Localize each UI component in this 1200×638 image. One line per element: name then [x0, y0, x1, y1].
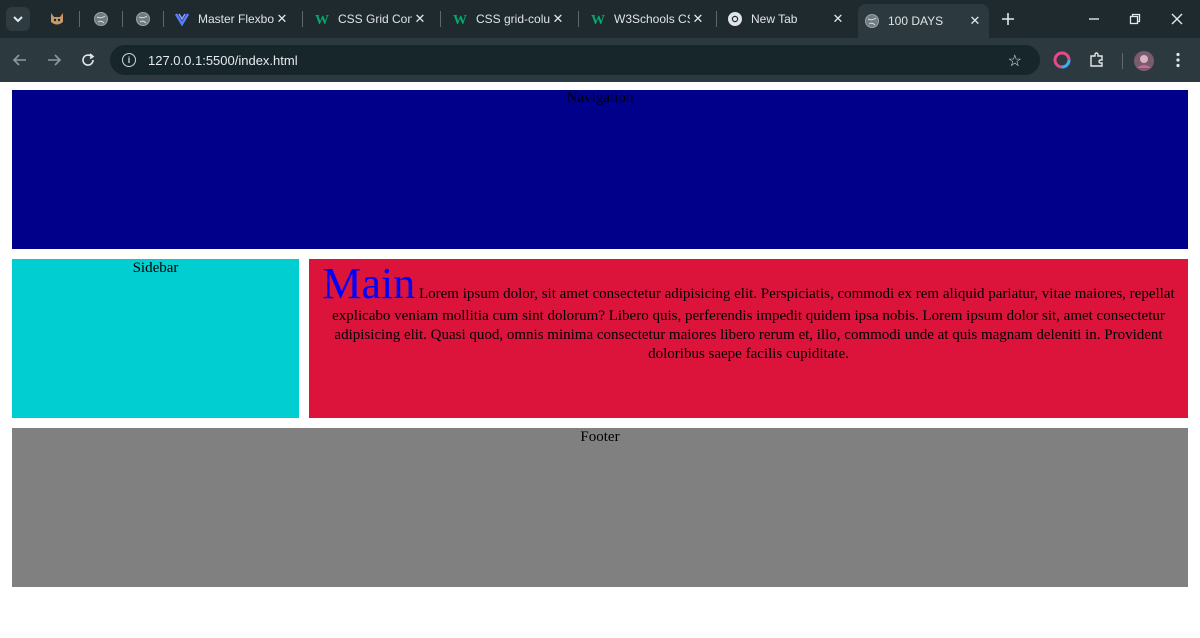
chrome-icon: [727, 11, 743, 27]
color-ring-icon: [1053, 51, 1071, 69]
tab-separator: [716, 11, 717, 27]
site-info-icon[interactable]: i: [122, 53, 136, 67]
close-window-button[interactable]: [1166, 8, 1188, 30]
extension-color-ring[interactable]: [1052, 50, 1072, 70]
tab-css-grid-container[interactable]: W CSS Grid Container ✕: [308, 5, 434, 33]
navigation-section: Navigation: [12, 90, 1188, 249]
tab-title: New Tab: [751, 12, 798, 26]
forward-button[interactable]: [44, 50, 64, 70]
arrow-right-icon: [48, 54, 62, 66]
tab-separator: [440, 11, 441, 27]
cat-icon: [51, 13, 63, 25]
navigation-label: Navigation: [566, 90, 634, 106]
close-icon[interactable]: ✕: [967, 13, 983, 29]
tab-css-grid-column[interactable]: W CSS grid-column ✕: [446, 5, 572, 33]
restore-icon: [1129, 13, 1141, 25]
close-icon[interactable]: ✕: [690, 11, 706, 27]
extensions-button[interactable]: [1087, 50, 1107, 70]
close-icon[interactable]: ✕: [830, 11, 846, 27]
tab-title: W3Schools CSS: [614, 12, 690, 26]
svg-text:W: W: [453, 13, 467, 27]
tab-search-button[interactable]: [6, 7, 30, 31]
close-icon: [1171, 13, 1183, 25]
chevron-down-icon: [13, 16, 23, 23]
tab-title: 100 DAYS: [888, 14, 944, 28]
w3schools-icon: W: [452, 11, 468, 27]
close-icon[interactable]: ✕: [412, 11, 428, 27]
footer-label: Footer: [580, 429, 620, 445]
puzzle-icon: [1090, 52, 1103, 67]
globe-icon: [136, 12, 150, 26]
tab-master-flexbox[interactable]: Master Flexbox ✕: [168, 5, 296, 33]
address-bar[interactable]: i 127.0.0.1:5500/index.html ☆: [110, 45, 1040, 75]
reload-button[interactable]: [78, 50, 98, 70]
minimize-icon: [1089, 18, 1099, 20]
new-tab-button[interactable]: [998, 9, 1018, 29]
tab-separator: [122, 11, 123, 27]
tab-separator: [578, 11, 579, 27]
url-text: 127.0.0.1:5500/index.html: [148, 52, 298, 68]
sidebar-section: Sidebar: [12, 259, 299, 418]
main-body-text: Lorem ipsum dolor, sit amet consectetur …: [332, 286, 1175, 362]
arrow-left-icon: [12, 54, 26, 66]
avatar-icon: [1134, 51, 1154, 71]
tab-w3schools-css[interactable]: W W3Schools CSS ✕: [584, 5, 712, 33]
svg-text:W: W: [315, 13, 329, 27]
restore-button[interactable]: [1124, 8, 1146, 30]
sidebar-label: Sidebar: [132, 260, 179, 276]
main-section: Main Lorem ipsum dolor, sit amet consect…: [309, 259, 1188, 418]
tab-title: CSS Grid Container: [338, 12, 412, 26]
tab-new-tab[interactable]: New Tab ✕: [721, 5, 852, 33]
flexbox-icon: [174, 11, 190, 27]
tab-title: Master Flexbox: [198, 12, 274, 26]
globe-icon: [864, 13, 880, 29]
w3schools-icon: W: [314, 11, 330, 27]
bookmark-star-icon[interactable]: ☆: [1008, 51, 1022, 71]
footer-section: Footer: [12, 428, 1188, 587]
toolbar-separator: [1122, 53, 1123, 69]
pinned-tab-cat[interactable]: [47, 9, 67, 29]
pinned-tab-globe-2[interactable]: [133, 9, 153, 29]
page-viewport: Navigation Sidebar Main Lorem ipsum dolo…: [0, 82, 1200, 638]
tab-strip: Master Flexbox ✕ W CSS Grid Container ✕ …: [0, 0, 1200, 38]
menu-button[interactable]: [1168, 50, 1188, 70]
tab-separator: [79, 11, 80, 27]
close-icon[interactable]: ✕: [550, 11, 566, 27]
tab-separator: [163, 11, 164, 27]
back-button[interactable]: [10, 50, 30, 70]
plus-icon: [1002, 13, 1014, 25]
kebab-menu-icon: [1176, 52, 1180, 68]
profile-avatar[interactable]: [1133, 50, 1155, 72]
tab-100-days[interactable]: 100 DAYS ✕: [858, 4, 989, 38]
pinned-tab-globe-1[interactable]: [91, 9, 111, 29]
w3schools-icon: W: [590, 11, 606, 27]
tab-title: CSS grid-column: [476, 12, 550, 26]
close-icon[interactable]: ✕: [274, 11, 290, 27]
minimize-button[interactable]: [1083, 8, 1105, 30]
svg-text:W: W: [591, 13, 605, 27]
globe-icon: [94, 12, 108, 26]
main-heading: Main: [322, 259, 416, 308]
tab-separator: [302, 11, 303, 27]
reload-icon: [82, 53, 95, 66]
